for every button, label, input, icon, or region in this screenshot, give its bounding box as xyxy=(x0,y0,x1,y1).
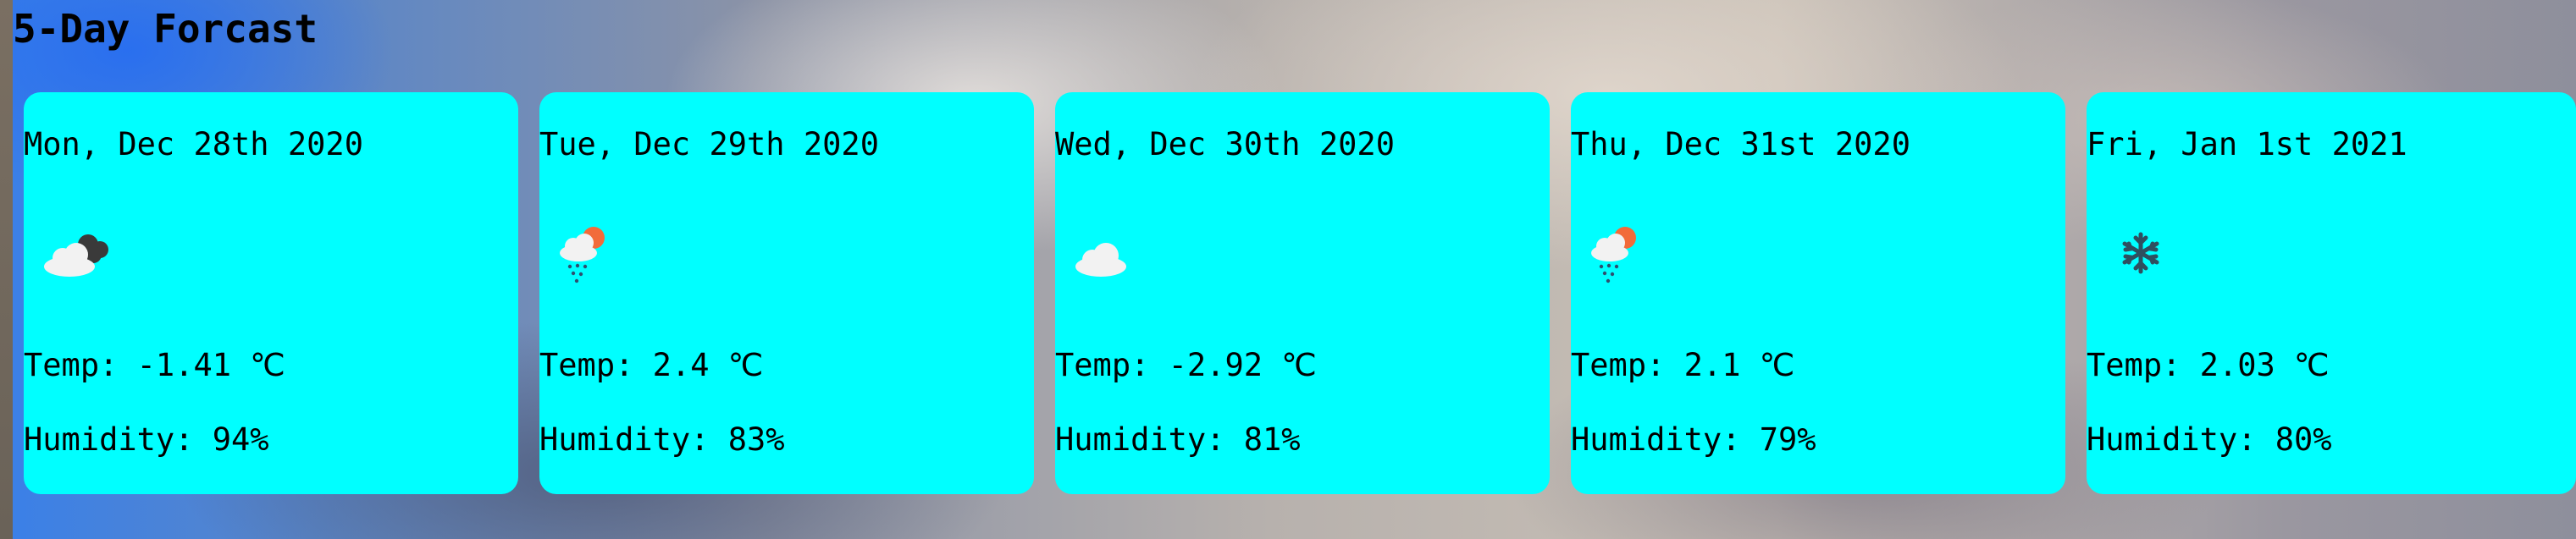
cloud-icon xyxy=(1067,219,1152,287)
forecast-date: Wed, Dec 30th 2020 xyxy=(1055,126,1395,162)
forecast-humidity: Humidity: 80% xyxy=(2087,421,2332,458)
forecast-humidity: Humidity: 79% xyxy=(1571,421,1816,458)
page-title: 5-Day Forcast xyxy=(13,6,318,52)
forecast-temp: Temp: 2.4 ℃ xyxy=(539,347,764,383)
forecast-date: Thu, Dec 31st 2020 xyxy=(1571,126,1910,162)
forecast-temp: Temp: -1.41 ℃ xyxy=(24,347,285,383)
forecast-card-day-5: Fri, Jan 1st 2021 Temp: 2.03 ℃ Humidity:… xyxy=(2087,92,2576,494)
forecast-humidity: Humidity: 94% xyxy=(24,421,269,458)
rain-sun-icon xyxy=(551,219,636,287)
forecast-date: Mon, Dec 28th 2020 xyxy=(24,126,363,162)
forecast-temp: Temp: 2.1 ℃ xyxy=(1571,347,1795,383)
snowflake-icon xyxy=(2098,219,2183,287)
forecast-humidity: Humidity: 83% xyxy=(539,421,785,458)
forecast-card-day-1: Mon, Dec 28th 2020 Temp: -1.41 ℃ Humidit… xyxy=(24,92,518,494)
cloudy-night-icon xyxy=(36,219,120,287)
forecast-card-day-2: Tue, Dec 29th 2020 Temp: 2.4 ℃ Humidity:… xyxy=(539,92,1034,494)
forecast-card-day-4: Thu, Dec 31st 2020 Temp: 2.1 ℃ Humidity:… xyxy=(1571,92,2065,494)
forecast-temp: Temp: 2.03 ℃ xyxy=(2087,347,2330,383)
forecast-temp: Temp: -2.92 ℃ xyxy=(1055,347,1317,383)
forecast-date: Tue, Dec 29th 2020 xyxy=(539,126,879,162)
forecast-cards: Mon, Dec 28th 2020 Temp: -1.41 ℃ Humidit… xyxy=(24,92,2576,494)
window-edge xyxy=(0,0,13,539)
rain-sun-icon xyxy=(1583,219,1667,287)
forecast-card-day-3: Wed, Dec 30th 2020 Temp: -2.92 ℃ Humidit… xyxy=(1055,92,1550,494)
forecast-date: Fri, Jan 1st 2021 xyxy=(2087,126,2407,162)
forecast-humidity: Humidity: 81% xyxy=(1055,421,1301,458)
